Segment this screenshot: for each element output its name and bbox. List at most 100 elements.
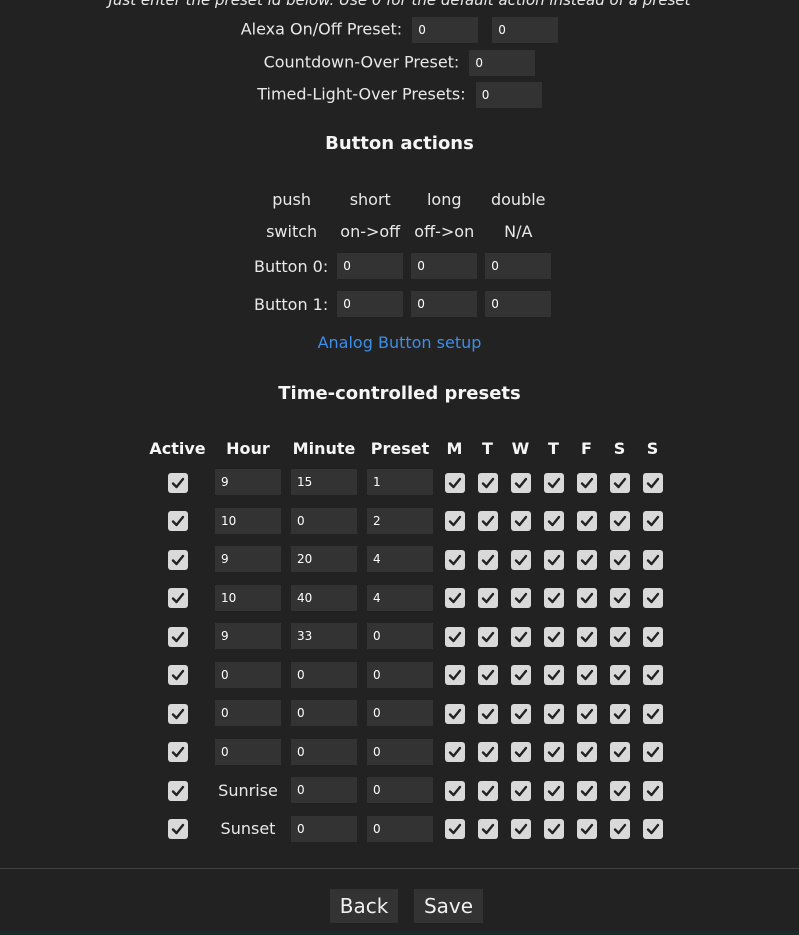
day-checkbox[interactable] xyxy=(609,472,630,493)
day-checkbox[interactable] xyxy=(642,742,663,762)
timed-light-preset-input[interactable] xyxy=(475,81,542,108)
active-checkbox[interactable] xyxy=(167,742,188,762)
day-checkbox[interactable] xyxy=(576,665,597,685)
day-checkbox[interactable] xyxy=(477,742,498,762)
day-checkbox[interactable] xyxy=(477,472,498,493)
day-checkbox[interactable] xyxy=(510,780,531,801)
day-checkbox[interactable] xyxy=(444,742,465,762)
minute-input[interactable] xyxy=(291,469,357,496)
preset-input[interactable] xyxy=(367,623,433,650)
day-checkbox[interactable] xyxy=(477,780,498,801)
day-checkbox[interactable] xyxy=(642,626,663,647)
active-checkbox[interactable] xyxy=(167,780,188,801)
day-checkbox[interactable] xyxy=(642,819,663,839)
day-checkbox[interactable] xyxy=(609,665,630,685)
hour-input[interactable] xyxy=(215,661,281,688)
day-checkbox[interactable] xyxy=(543,588,564,608)
minute-input[interactable] xyxy=(291,815,357,842)
day-checkbox[interactable] xyxy=(543,665,564,685)
day-checkbox[interactable] xyxy=(576,703,597,724)
hour-input[interactable] xyxy=(215,623,281,650)
day-checkbox[interactable] xyxy=(477,819,498,839)
day-checkbox[interactable] xyxy=(444,588,465,608)
day-checkbox[interactable] xyxy=(477,626,498,647)
active-checkbox[interactable] xyxy=(167,511,188,531)
preset-input[interactable] xyxy=(367,546,433,573)
day-checkbox[interactable] xyxy=(576,472,597,493)
button-1-long-input[interactable] xyxy=(411,291,478,317)
minute-input[interactable] xyxy=(291,700,357,727)
day-checkbox[interactable] xyxy=(642,780,663,801)
preset-input[interactable] xyxy=(367,507,433,534)
hour-input[interactable] xyxy=(215,700,281,727)
day-checkbox[interactable] xyxy=(510,819,531,839)
button-0-long-input[interactable] xyxy=(411,253,478,279)
countdown-preset-input[interactable] xyxy=(469,49,536,76)
day-checkbox[interactable] xyxy=(444,511,465,531)
minute-input[interactable] xyxy=(291,546,357,573)
day-checkbox[interactable] xyxy=(642,703,663,724)
day-checkbox[interactable] xyxy=(609,780,630,801)
day-checkbox[interactable] xyxy=(510,703,531,724)
day-checkbox[interactable] xyxy=(510,665,531,685)
hour-input[interactable] xyxy=(215,507,281,534)
button-0-short-input[interactable] xyxy=(337,253,404,279)
day-checkbox[interactable] xyxy=(609,511,630,531)
alexa-on-preset-input[interactable] xyxy=(412,16,479,43)
day-checkbox[interactable] xyxy=(576,819,597,839)
active-checkbox[interactable] xyxy=(167,549,188,570)
day-checkbox[interactable] xyxy=(477,665,498,685)
preset-input[interactable] xyxy=(367,777,433,804)
day-checkbox[interactable] xyxy=(510,626,531,647)
save-button[interactable]: Save xyxy=(414,889,483,923)
day-checkbox[interactable] xyxy=(543,742,564,762)
day-checkbox[interactable] xyxy=(444,819,465,839)
day-checkbox[interactable] xyxy=(477,511,498,531)
day-checkbox[interactable] xyxy=(510,549,531,570)
day-checkbox[interactable] xyxy=(510,742,531,762)
preset-input[interactable] xyxy=(367,469,433,496)
analog-button-setup-link[interactable]: Analog Button setup xyxy=(0,333,799,352)
day-checkbox[interactable] xyxy=(510,588,531,608)
button-0-double-input[interactable] xyxy=(485,253,552,279)
day-checkbox[interactable] xyxy=(609,703,630,724)
day-checkbox[interactable] xyxy=(444,665,465,685)
minute-input[interactable] xyxy=(291,777,357,804)
button-1-double-input[interactable] xyxy=(485,291,552,317)
minute-input[interactable] xyxy=(291,584,357,611)
alexa-off-preset-input[interactable] xyxy=(492,16,559,43)
day-checkbox[interactable] xyxy=(543,703,564,724)
day-checkbox[interactable] xyxy=(576,626,597,647)
day-checkbox[interactable] xyxy=(477,703,498,724)
day-checkbox[interactable] xyxy=(543,780,564,801)
day-checkbox[interactable] xyxy=(642,549,663,570)
button-1-short-input[interactable] xyxy=(337,291,404,317)
day-checkbox[interactable] xyxy=(609,549,630,570)
day-checkbox[interactable] xyxy=(444,626,465,647)
minute-input[interactable] xyxy=(291,738,357,765)
day-checkbox[interactable] xyxy=(444,780,465,801)
day-checkbox[interactable] xyxy=(510,511,531,531)
day-checkbox[interactable] xyxy=(609,626,630,647)
preset-input[interactable] xyxy=(367,738,433,765)
day-checkbox[interactable] xyxy=(444,472,465,493)
hour-input[interactable] xyxy=(215,738,281,765)
day-checkbox[interactable] xyxy=(576,549,597,570)
active-checkbox[interactable] xyxy=(167,588,188,608)
active-checkbox[interactable] xyxy=(167,703,188,724)
day-checkbox[interactable] xyxy=(543,472,564,493)
day-checkbox[interactable] xyxy=(543,819,564,839)
hour-input[interactable] xyxy=(215,546,281,573)
day-checkbox[interactable] xyxy=(543,626,564,647)
active-checkbox[interactable] xyxy=(167,626,188,647)
day-checkbox[interactable] xyxy=(444,549,465,570)
day-checkbox[interactable] xyxy=(444,703,465,724)
day-checkbox[interactable] xyxy=(543,511,564,531)
day-checkbox[interactable] xyxy=(510,472,531,493)
day-checkbox[interactable] xyxy=(609,819,630,839)
minute-input[interactable] xyxy=(291,623,357,650)
day-checkbox[interactable] xyxy=(642,472,663,493)
day-checkbox[interactable] xyxy=(642,665,663,685)
hour-input[interactable] xyxy=(215,469,281,496)
active-checkbox[interactable] xyxy=(167,472,188,493)
